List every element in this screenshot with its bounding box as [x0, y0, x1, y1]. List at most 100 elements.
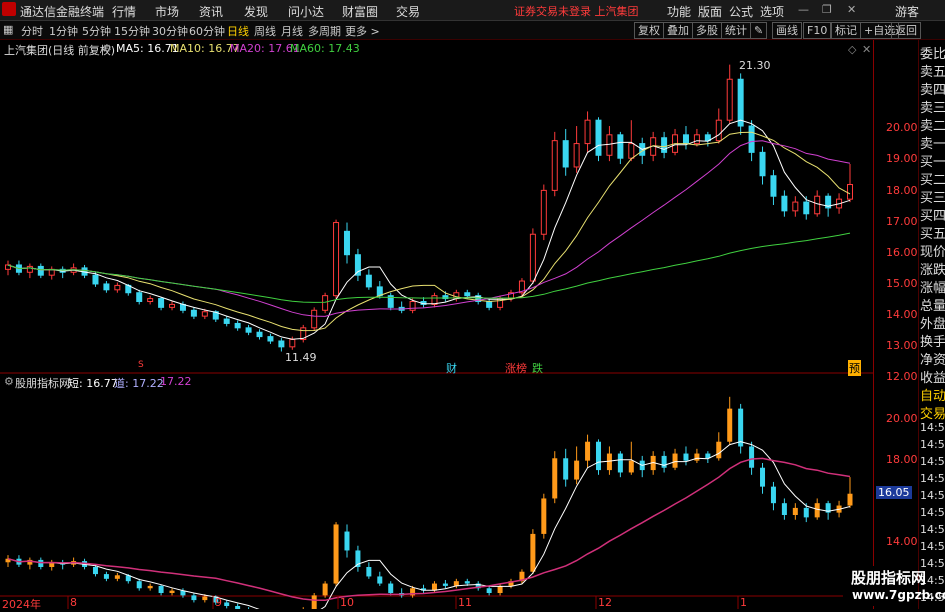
menu-formula[interactable]: 公式 [729, 3, 753, 20]
tool-back[interactable]: 返回 [891, 22, 921, 39]
tag-finance[interactable]: 财 [446, 360, 457, 376]
candle-body [190, 309, 197, 317]
candle-body [464, 292, 471, 297]
login-status[interactable]: 证券交易未登录 上汽集团 [514, 3, 639, 19]
ma-lines [7, 119, 851, 340]
minimize-icon[interactable]: — [798, 3, 809, 16]
tool-overlay[interactable]: 叠加 [663, 22, 693, 39]
ind-candle-body [716, 441, 722, 459]
menu-wealth[interactable]: 财富圈 [342, 3, 378, 20]
tick-row: 交易 [920, 407, 945, 422]
candle-body [486, 301, 493, 308]
tag-drop[interactable]: 跌 [532, 360, 543, 376]
tool-f10[interactable]: F10 [803, 22, 832, 39]
menu-function[interactable]: 功能 [667, 3, 691, 20]
period-1min[interactable]: 1分钟 [49, 23, 78, 39]
period-60min[interactable]: 60分钟 [189, 23, 225, 39]
period-multi[interactable]: 多周期 [308, 23, 341, 39]
quote-row-label: 收益 [920, 371, 945, 386]
candle-body [737, 78, 744, 127]
ind-candle-body [169, 590, 175, 593]
menu-options[interactable]: 选项 [760, 3, 784, 20]
close-icon[interactable]: ✕ [847, 3, 856, 16]
candle-body [114, 284, 121, 291]
kline-chart[interactable] [0, 40, 873, 609]
period-5min[interactable]: 5分钟 [82, 23, 111, 39]
tool-stats[interactable]: 统计 [721, 22, 751, 39]
ind-candle-body [191, 595, 197, 601]
chart-close-icon[interactable]: ✕ [862, 43, 871, 56]
tool-adjust[interactable]: 复权 [634, 22, 664, 39]
period-more[interactable]: 更多 > [345, 23, 380, 39]
period-monthly[interactable]: 月线 [281, 23, 303, 39]
price-tick: 15.00 [886, 277, 918, 290]
indicator-settings-icon[interactable]: ⚙ [4, 375, 14, 388]
app-logo-icon [2, 2, 16, 16]
period-intraday[interactable]: 分时 [21, 23, 43, 39]
ind-candle-body [366, 567, 372, 577]
tool-mark[interactable]: 标记 [831, 22, 861, 39]
indicator-third: 17.22 [160, 375, 192, 388]
period-30min[interactable]: 30分钟 [152, 23, 188, 39]
ind-candle-body [224, 602, 230, 606]
quote-row-label: 卖四 [920, 83, 945, 98]
tag-forecast[interactable]: 预 [848, 360, 861, 376]
candle-body [278, 340, 285, 348]
chart-settings-icon[interactable]: ◇ [848, 43, 856, 56]
ind-candle-body [683, 453, 689, 461]
candle-body [682, 134, 689, 145]
candle-body [529, 233, 536, 282]
ind-candle-body [770, 486, 776, 504]
ind-candle-body [464, 581, 470, 584]
ind-candle-body [147, 585, 153, 589]
quote-row-label: 总量 [920, 299, 945, 314]
restore-icon[interactable]: ❐ [822, 3, 832, 16]
quote-row-label: 现价 [920, 245, 945, 260]
low-label: 11.49 [285, 351, 317, 364]
candle-body [551, 140, 558, 191]
ma-line [7, 131, 851, 332]
menu-discover[interactable]: 发现 [244, 3, 268, 20]
tool-multi[interactable]: 多股 [692, 22, 722, 39]
menu-news[interactable]: 资讯 [199, 3, 223, 20]
indicator-name[interactable]: 股朋指标网 [15, 375, 70, 391]
ind-candle-body [311, 595, 317, 609]
period-daily[interactable]: 日线 [227, 23, 249, 39]
signal-s: S [138, 360, 144, 370]
tick-row: 14:56 [920, 489, 945, 502]
tool-lines-icon[interactable]: ✎ [750, 22, 768, 39]
tag-rank[interactable]: 涨榜 [505, 360, 527, 376]
ind-short-line [7, 441, 851, 609]
ind-candle-body [781, 503, 787, 515]
tool-draw[interactable]: 画线 [772, 22, 802, 39]
ind-candle-body [103, 574, 109, 579]
menu-trade[interactable]: 交易 [396, 3, 420, 20]
settings-icon[interactable]: ⚙ [102, 42, 112, 55]
ind-candle-body [158, 585, 164, 593]
candle-body [628, 143, 635, 159]
date-aug: 8 [70, 596, 77, 609]
menu-ask[interactable]: 问小达 [288, 3, 324, 20]
tick-row: 14:56 [920, 472, 945, 485]
period-15min[interactable]: 15分钟 [114, 23, 150, 39]
ind-candle-body [486, 588, 492, 593]
ind-candle-body [388, 583, 394, 593]
menu-quotes[interactable]: 行情 [112, 3, 136, 20]
quote-row-label: 卖二 [920, 119, 945, 134]
ma-line [7, 232, 851, 303]
stock-title[interactable]: 上汽集团(日线 前复权) [4, 42, 115, 58]
ind-candle-body [792, 507, 798, 515]
candle-body [409, 301, 416, 311]
menu-market[interactable]: 市场 [155, 3, 179, 20]
candle-body [333, 222, 340, 297]
ind-candle-body [563, 458, 569, 480]
candle-body [562, 140, 569, 168]
ind-candle-body [541, 498, 547, 534]
period-weekly[interactable]: 周线 [254, 23, 276, 39]
guest-label[interactable]: 游客 [895, 3, 919, 20]
price-tick: 18.00 [886, 184, 918, 197]
menu-layout[interactable]: 版面 [698, 3, 722, 20]
ind-candle-body [672, 453, 678, 468]
period-toggle-icon[interactable]: ▦ [3, 23, 13, 36]
date-dec: 12 [598, 596, 612, 609]
